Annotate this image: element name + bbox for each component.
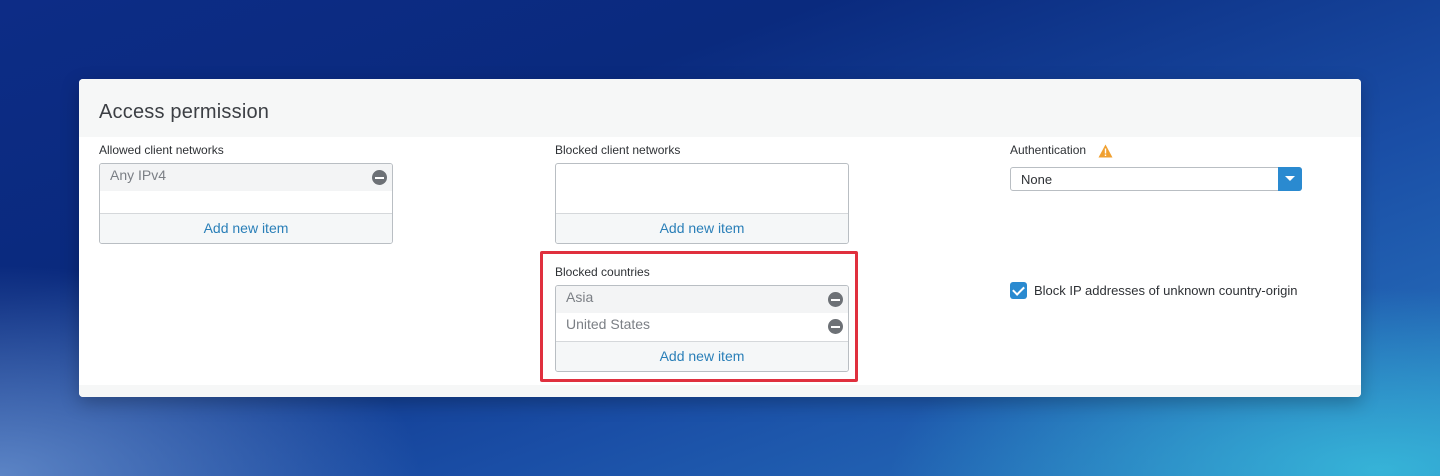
panel-footer xyxy=(79,385,1361,397)
allowed-networks-list: Any IPv4 Add new item xyxy=(99,163,393,244)
remove-icon[interactable] xyxy=(372,170,387,185)
block-unknown-origin-checkbox[interactable] xyxy=(1010,282,1027,299)
authentication-select-value: None xyxy=(1021,172,1053,187)
highlight-box xyxy=(540,251,858,382)
add-new-item-button[interactable]: Add new item xyxy=(556,213,848,243)
blocked-networks-list: Add new item xyxy=(555,163,849,244)
list-item-label: Any IPv4 xyxy=(110,167,167,183)
blocked-networks-label: Blocked client networks xyxy=(555,143,681,157)
warning-triangle-icon xyxy=(1098,144,1113,158)
add-new-item-button[interactable]: Add new item xyxy=(100,213,392,243)
block-unknown-origin-label: Block IP addresses of unknown country-or… xyxy=(1034,283,1298,298)
chevron-down-icon[interactable] xyxy=(1278,167,1302,191)
allowed-networks-label: Allowed client networks xyxy=(99,143,224,157)
authentication-label: Authentication xyxy=(1010,143,1087,157)
panel-header: Access permission xyxy=(79,79,1361,137)
list-item[interactable]: Any IPv4 xyxy=(100,164,392,191)
authentication-select[interactable]: None xyxy=(1010,167,1302,191)
panel-title: Access permission xyxy=(99,101,270,123)
